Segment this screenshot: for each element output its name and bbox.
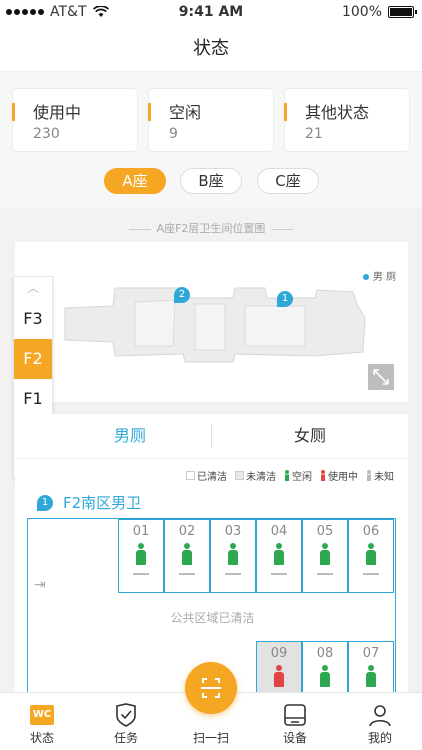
area-pin-icon: 1 [37, 494, 53, 511]
person-icon [319, 665, 331, 687]
stat-idle[interactable]: 空闲 9 [148, 88, 274, 152]
chevron-up-icon[interactable]: ︿ [14, 277, 52, 299]
area-title: 1 F2南区男卫 [37, 492, 141, 513]
tabbar-label: 状态 [29, 731, 54, 745]
task-shield-icon [116, 703, 136, 727]
person-icon [273, 543, 285, 565]
tabbar-profile[interactable]: 我的 [350, 693, 410, 746]
person-red-icon [321, 470, 325, 481]
person-icon [181, 543, 193, 565]
stall-04[interactable]: 04 [256, 519, 302, 593]
battery-percent: 100% [341, 4, 382, 20]
tab-underline [15, 458, 408, 459]
tab-men[interactable]: 男厕 [55, 414, 205, 458]
person-icon [365, 665, 377, 687]
stall-03[interactable]: 03 [210, 519, 256, 593]
person-icon [319, 543, 331, 565]
public-area-status: 公共区域已清洁 [170, 611, 255, 625]
stat-accent-bar [284, 103, 287, 121]
person-icon [273, 665, 285, 687]
stat-label: 使用中 [33, 103, 82, 122]
person-green-icon [285, 470, 289, 481]
person-icon [135, 543, 147, 565]
tabbar-label: 任务 [113, 731, 138, 745]
uncleaned-swatch-icon [235, 471, 244, 480]
legend-idle: 空闲 [284, 468, 312, 483]
page-title: 状态 [0, 26, 422, 72]
floor-plan-drawing [64, 287, 366, 363]
status-legend: 已清洁 未清洁 空闲 使用中 未知 [186, 468, 394, 483]
stat-value: 9 [169, 126, 178, 142]
person-icon [365, 543, 377, 565]
tabbar-label: 设备 [282, 731, 307, 745]
cleaned-swatch-icon [186, 471, 195, 480]
tabbar-label: 我的 [367, 731, 392, 745]
stat-value: 230 [33, 126, 60, 142]
floor-f1[interactable]: F1 [14, 379, 52, 419]
user-icon [369, 705, 391, 727]
stat-in-use[interactable]: 使用中 230 [12, 88, 138, 152]
stall-06[interactable]: 06 [348, 519, 394, 593]
scan-icon [201, 678, 221, 698]
battery-icon [388, 6, 417, 18]
tabbar-devices[interactable]: 设备 [265, 693, 325, 746]
legend-unknown: 未知 [366, 468, 394, 483]
map-pin-2[interactable]: 2 [174, 287, 190, 303]
building-tab-b[interactable]: B座 [180, 168, 242, 194]
floor-f3[interactable]: F3 [14, 299, 52, 339]
stall-02[interactable]: 02 [164, 519, 210, 593]
stat-label: 空闲 [169, 103, 202, 122]
person-icon [227, 543, 239, 565]
device-icon [284, 704, 306, 726]
building-tab-a[interactable]: A座 [104, 168, 166, 194]
tabbar-tasks[interactable]: 任务 [96, 693, 156, 746]
scan-button[interactable] [185, 662, 237, 714]
tab-women[interactable]: 女厕 [212, 414, 408, 458]
expand-icon[interactable] [368, 364, 394, 390]
stat-accent-bar [12, 103, 15, 121]
stall-01[interactable]: 01 [118, 519, 164, 593]
area-name: F2南区男卫 [63, 494, 142, 512]
tabbar-status[interactable]: WC 状态 [12, 693, 72, 746]
stat-label: 其他状态 [305, 103, 370, 122]
stall-05[interactable]: 05 [302, 519, 348, 593]
legend-uncleaned: 未清洁 [235, 468, 276, 483]
status-bar: AT&T 9:41 AM 100% [0, 0, 422, 26]
stat-other[interactable]: 其他状态 21 [284, 88, 410, 152]
stat-value: 21 [305, 126, 323, 142]
map-caption: A座F2层卫生间位置图 [0, 220, 422, 236]
floor-map[interactable]: 男 厕 2 1 [15, 242, 408, 402]
entrance-icon: ⇥ [34, 577, 46, 593]
floor-f2[interactable]: F2 [14, 339, 52, 379]
person-grey-icon [367, 470, 371, 481]
battery-status: 100% [341, 4, 417, 20]
stat-accent-bar [148, 103, 151, 121]
map-pin-1[interactable]: 1 [277, 291, 293, 307]
legend-in-use: 使用中 [320, 468, 358, 483]
building-tab-c[interactable]: C座 [257, 168, 319, 194]
wc-icon: WC [30, 705, 54, 725]
legend-cleaned: 已清洁 [186, 468, 227, 483]
tabbar-label: 扫一扫 [192, 731, 229, 745]
